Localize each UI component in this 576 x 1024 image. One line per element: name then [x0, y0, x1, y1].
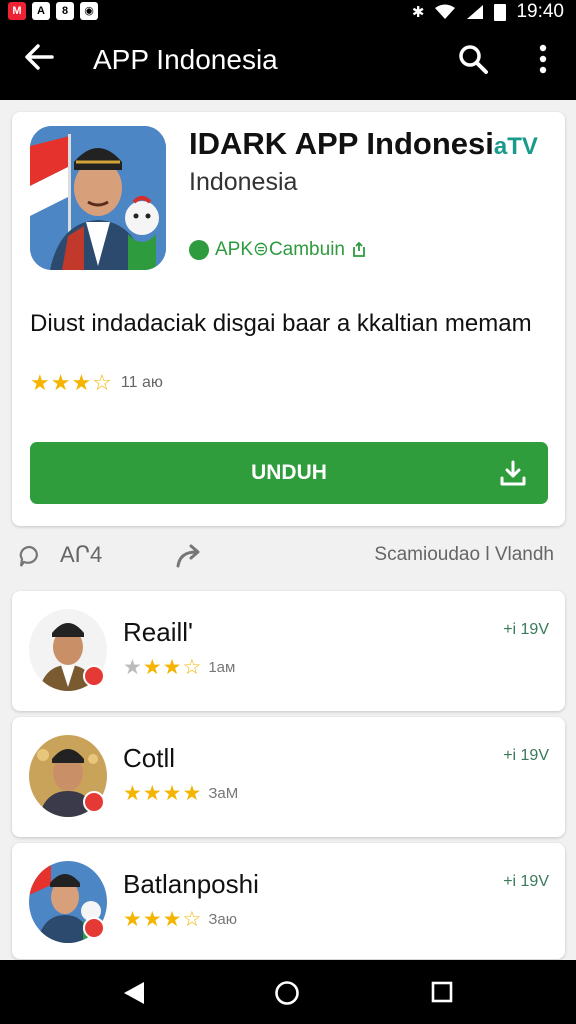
avatar	[29, 735, 107, 817]
badge	[83, 791, 105, 813]
more-vert-icon[interactable]	[530, 40, 556, 78]
whatsapp-icon	[189, 239, 209, 260]
app-icon[interactable]	[30, 126, 166, 270]
reviewer-name: Reaill'	[123, 617, 193, 647]
review-rating: ★★★★ ЗаМ	[123, 781, 238, 806]
back-arrow-icon[interactable]	[22, 40, 56, 74]
wifi-icon	[435, 4, 456, 19]
review-version: +i 19V	[503, 873, 549, 890]
review-stars: ★★★☆	[123, 908, 203, 931]
reviewer-name: Batlanposhi	[123, 869, 259, 899]
action-right-text: Scamioudao l Vlandh	[374, 544, 554, 565]
app-name: IDARK APP IndonesiaTV	[189, 126, 538, 162]
external-link-icon	[353, 241, 365, 257]
avatar	[29, 861, 107, 943]
review-time: ЗаМ	[208, 785, 239, 802]
review-card[interactable]: Batlanposhi ★★★☆ Заю +i 19V	[12, 843, 565, 959]
notification-icon: ◉	[80, 2, 98, 20]
badge	[83, 665, 105, 687]
app-name-text: IDARK APP Indonesi	[189, 126, 494, 161]
navigation-bar	[0, 960, 576, 1024]
reviewer-name: Cotll	[123, 743, 176, 773]
notification-icon: A	[32, 2, 50, 20]
app-bar-title: APP Indonesia	[93, 44, 278, 75]
rating-count: 11 aю	[120, 374, 163, 391]
comment-label[interactable]: AՐ4	[60, 542, 102, 568]
download-button[interactable]: UNDUH	[30, 442, 548, 504]
review-card[interactable]: Cotll ★★★★ ЗаМ +i 19V	[12, 717, 565, 837]
app-detail-card: IDARK APP IndonesiaTV Indonesia APK⊜Camb…	[12, 112, 565, 526]
comment-icon[interactable]	[18, 544, 42, 568]
share-icon[interactable]	[174, 542, 204, 570]
notification-icon: 8	[56, 2, 74, 20]
review-time: Заю	[208, 911, 237, 928]
app-name-tag: aTV	[493, 133, 538, 160]
review-rating: ★★★☆ Заю	[123, 907, 237, 932]
battery-icon	[494, 3, 507, 21]
apk-label: APK⊜Cambuin	[215, 239, 345, 260]
download-button-label: UNDUH	[251, 461, 327, 484]
screen: M A 8 ◉ ✱ 19:40 APP Indonesia IDARK APP …	[0, 0, 576, 1024]
status-bar: M A 8 ◉ ✱ 19:40	[0, 0, 576, 22]
red-app-icon: M	[8, 2, 26, 20]
app-country: Indonesia	[189, 168, 298, 196]
status-left-icons: M A 8 ◉	[8, 2, 98, 20]
action-row: AՐ4 Scamioudao l Vlandh	[18, 540, 558, 574]
rating-stars: ★★★☆	[30, 370, 113, 395]
review-stars: ★★★☆	[123, 656, 203, 679]
app-bar: APP Indonesia	[0, 22, 576, 100]
search-icon[interactable]	[456, 42, 490, 76]
status-time: 19:40	[516, 1, 564, 22]
review-card[interactable]: Reaill' ★★★☆ 1ам +i 19V	[12, 591, 565, 711]
review-rating: ★★★☆ 1ам	[123, 655, 235, 680]
nav-home-icon[interactable]	[274, 980, 300, 1006]
signal-icon	[467, 5, 484, 19]
review-time: 1ам	[208, 659, 236, 676]
apk-link[interactable]: APK⊜Cambuin	[189, 238, 367, 261]
nav-back-icon[interactable]	[122, 980, 146, 1006]
review-version: +i 19V	[503, 747, 549, 764]
avatar	[29, 609, 107, 691]
app-rating: ★★★☆ 11 aю	[30, 370, 163, 396]
review-version: +i 19V	[503, 621, 549, 638]
review-stars: ★★★★	[123, 782, 203, 805]
bluetooth-icon: ✱	[411, 4, 425, 21]
app-description: Diust indadaciak disgai baar a kkaltian …	[30, 310, 532, 337]
download-icon	[500, 460, 526, 486]
badge	[83, 917, 105, 939]
nav-recent-icon[interactable]	[431, 981, 453, 1003]
status-right-icons: ✱ 19:40	[412, 1, 564, 23]
